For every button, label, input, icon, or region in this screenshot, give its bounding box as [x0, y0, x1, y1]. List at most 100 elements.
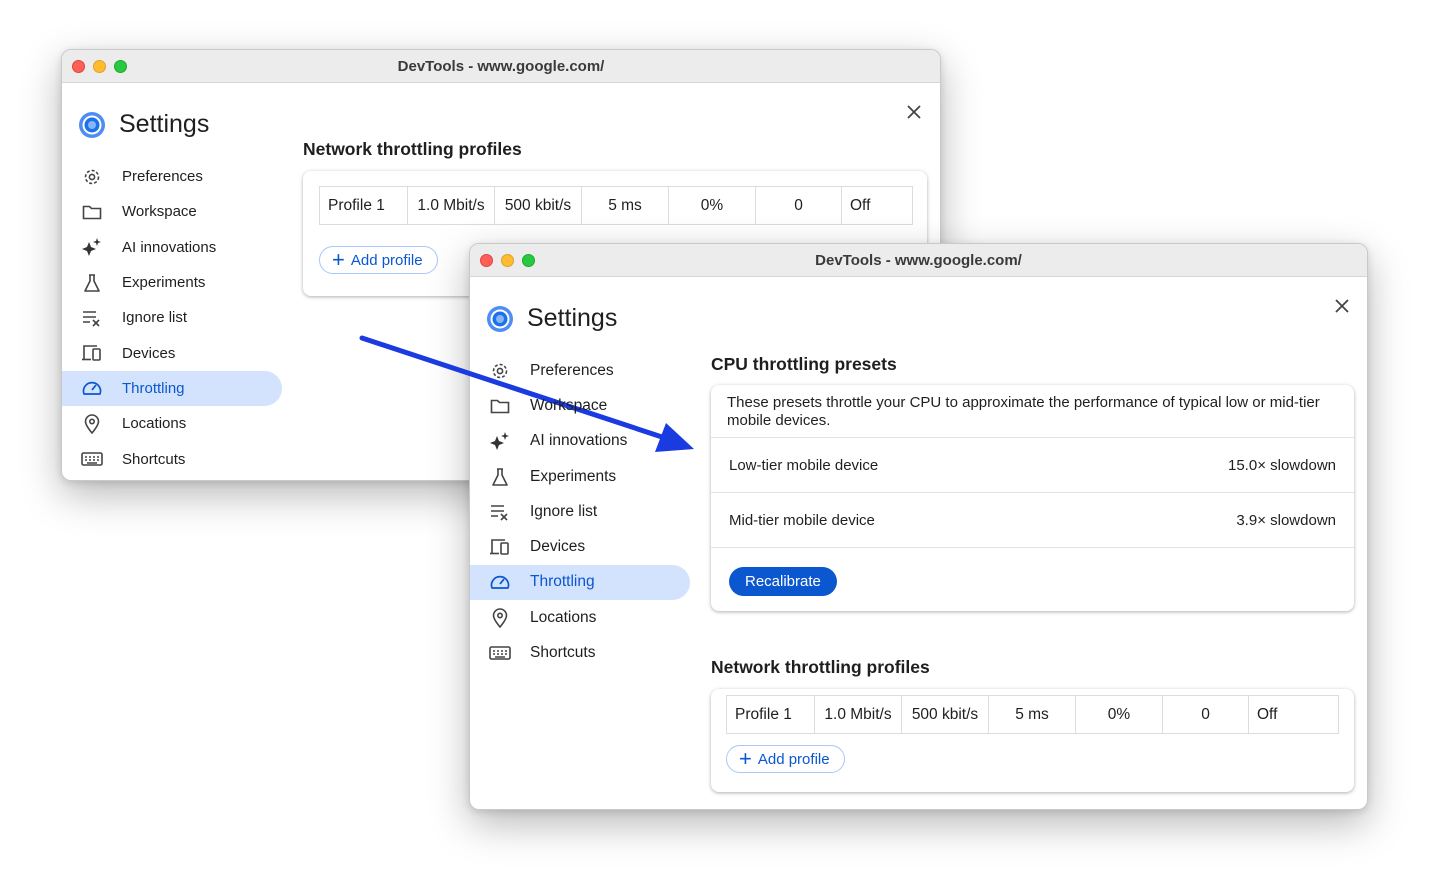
sidebar-item-devices[interactable]: Devices — [470, 529, 692, 564]
ignore-list-icon — [81, 307, 103, 329]
add-profile-button[interactable]: + Add profile — [726, 745, 845, 773]
sidebar-item-shortcuts[interactable]: Shortcuts — [62, 441, 284, 476]
location-pin-icon — [81, 413, 103, 435]
sidebar-item-preferences[interactable]: Preferences — [470, 353, 692, 388]
table-row[interactable]: Profile 1 1.0 Mbit/s 500 kbit/s 5 ms 0% … — [319, 186, 913, 225]
recalibrate-button[interactable]: Recalibrate — [729, 567, 837, 596]
sidebar-item-locations[interactable]: Locations — [470, 600, 692, 635]
sidebar-item-workspace[interactable]: Workspace — [470, 388, 692, 423]
close-icon[interactable] — [1332, 296, 1352, 316]
sidebar-item-experiments[interactable]: Experiments — [62, 265, 284, 300]
sidebar-item-throttling[interactable]: Throttling — [62, 370, 284, 407]
settings-title: Settings — [527, 304, 618, 332]
packet-reordering-cell[interactable]: Off — [1248, 695, 1339, 734]
sparkle-icon — [489, 430, 511, 452]
settings-sidebar: Preferences Workspace AI innovations Exp… — [470, 353, 692, 671]
sidebar-item-label: Ignore list — [122, 309, 188, 327]
speedometer-icon — [81, 377, 103, 399]
sidebar-item-label: Preferences — [530, 361, 614, 379]
keyboard-icon — [489, 642, 511, 664]
sidebar-item-label: Locations — [530, 608, 597, 626]
sidebar-item-label: AI innovations — [122, 238, 217, 256]
add-profile-label: Add profile — [350, 251, 423, 269]
folder-icon — [81, 201, 103, 223]
sidebar-item-throttling[interactable]: Throttling — [470, 564, 692, 601]
sidebar-item-label: Shortcuts — [530, 644, 596, 662]
sidebar-item-label: Throttling — [530, 573, 595, 591]
sidebar-item-workspace[interactable]: Workspace — [62, 194, 284, 229]
sidebar-item-label: Devices — [122, 344, 176, 362]
sidebar-item-devices[interactable]: Devices — [62, 335, 284, 370]
network-profiles-table: Profile 1 1.0 Mbit/s 500 kbit/s 5 ms 0% … — [319, 186, 913, 225]
window-title: DevTools - www.google.com/ — [815, 252, 1022, 269]
sidebar-item-ai-innovations[interactable]: AI innovations — [62, 230, 284, 265]
sidebar-item-label: Ignore list — [530, 502, 598, 520]
network-profiles-card: Profile 1 1.0 Mbit/s 500 kbit/s 5 ms 0% … — [711, 689, 1354, 792]
settings-sidebar: Preferences Workspace AI innovations Exp… — [62, 159, 284, 477]
sidebar-item-ignore-list[interactable]: Ignore list — [470, 494, 692, 529]
upload-cell[interactable]: 500 kbit/s — [901, 695, 989, 734]
sidebar-item-label: Devices — [530, 538, 586, 556]
preset-value: 15.0× slowdown — [1228, 456, 1336, 474]
add-profile-label: Add profile — [757, 750, 830, 768]
packet-queue-cell[interactable]: 0 — [1162, 695, 1249, 734]
gear-icon — [489, 360, 511, 382]
devices-icon — [81, 342, 103, 364]
cpu-throttling-title: CPU throttling presets — [711, 354, 897, 374]
latency-cell[interactable]: 5 ms — [988, 695, 1076, 734]
devtools-logo-icon — [487, 306, 513, 332]
folder-icon — [489, 395, 511, 417]
packet-reordering-cell[interactable]: Off — [841, 186, 913, 225]
latency-cell[interactable]: 5 ms — [581, 186, 669, 225]
close-icon[interactable] — [904, 102, 924, 122]
ignore-list-icon — [489, 501, 511, 523]
plus-icon: + — [332, 247, 345, 272]
packet-loss-cell[interactable]: 0% — [668, 186, 756, 225]
network-profiles-table: Profile 1 1.0 Mbit/s 500 kbit/s 5 ms 0% … — [726, 695, 1339, 734]
plus-icon: + — [739, 746, 752, 771]
sidebar-item-label: Shortcuts — [122, 450, 186, 468]
sidebar-item-shortcuts[interactable]: Shortcuts — [470, 635, 692, 670]
packet-loss-cell[interactable]: 0% — [1075, 695, 1163, 734]
sidebar-item-locations[interactable]: Locations — [62, 406, 284, 441]
cpu-presets-description: These presets throttle your CPU to appro… — [727, 394, 1320, 429]
flask-icon — [81, 272, 103, 294]
cpu-presets-card: These presets throttle your CPU to appro… — [711, 385, 1354, 611]
devtools-window-front: DevTools - www.google.com/ Settings Pref… — [469, 243, 1368, 810]
settings-title: Settings — [119, 110, 210, 138]
speedometer-icon — [489, 571, 511, 593]
sidebar-item-label: Experiments — [530, 467, 617, 485]
network-throttling-title: Network throttling profiles — [303, 139, 522, 159]
sidebar-item-experiments[interactable]: Experiments — [470, 459, 692, 494]
sparkle-icon — [81, 236, 103, 258]
profile-name-cell[interactable]: Profile 1 — [319, 186, 408, 225]
profile-name-cell[interactable]: Profile 1 — [726, 695, 815, 734]
add-profile-button[interactable]: + Add profile — [319, 246, 438, 274]
title-bar[interactable]: DevTools - www.google.com/ — [62, 50, 940, 83]
devtools-logo-icon — [79, 112, 105, 138]
preset-name: Mid-tier mobile device — [729, 511, 875, 529]
cpu-preset-row-mid-tier: Mid-tier mobile device 3.9× slowdown — [711, 492, 1354, 547]
sidebar-item-ai-innovations[interactable]: AI innovations — [470, 424, 692, 459]
network-throttling-title: Network throttling profiles — [711, 657, 930, 677]
flask-icon — [489, 466, 511, 488]
devices-icon — [489, 536, 511, 558]
sidebar-item-label: Workspace — [122, 203, 197, 221]
gear-icon — [81, 166, 103, 188]
sidebar-item-ignore-list[interactable]: Ignore list — [62, 300, 284, 335]
table-row[interactable]: Profile 1 1.0 Mbit/s 500 kbit/s 5 ms 0% … — [726, 695, 1339, 734]
upload-cell[interactable]: 500 kbit/s — [494, 186, 582, 225]
preset-name: Low-tier mobile device — [729, 456, 879, 474]
sidebar-item-label: Throttling — [122, 379, 185, 397]
keyboard-icon — [81, 448, 103, 470]
download-cell[interactable]: 1.0 Mbit/s — [407, 186, 495, 225]
window-title: DevTools - www.google.com/ — [397, 58, 605, 75]
location-pin-icon — [489, 607, 511, 629]
sidebar-item-label: AI innovations — [530, 432, 628, 450]
title-bar[interactable]: DevTools - www.google.com/ — [470, 244, 1367, 277]
download-cell[interactable]: 1.0 Mbit/s — [814, 695, 902, 734]
sidebar-item-preferences[interactable]: Preferences — [62, 159, 284, 194]
packet-queue-cell[interactable]: 0 — [755, 186, 842, 225]
preset-value: 3.9× slowdown — [1236, 511, 1336, 529]
cpu-preset-row-low-tier: Low-tier mobile device 15.0× slowdown — [711, 437, 1354, 492]
